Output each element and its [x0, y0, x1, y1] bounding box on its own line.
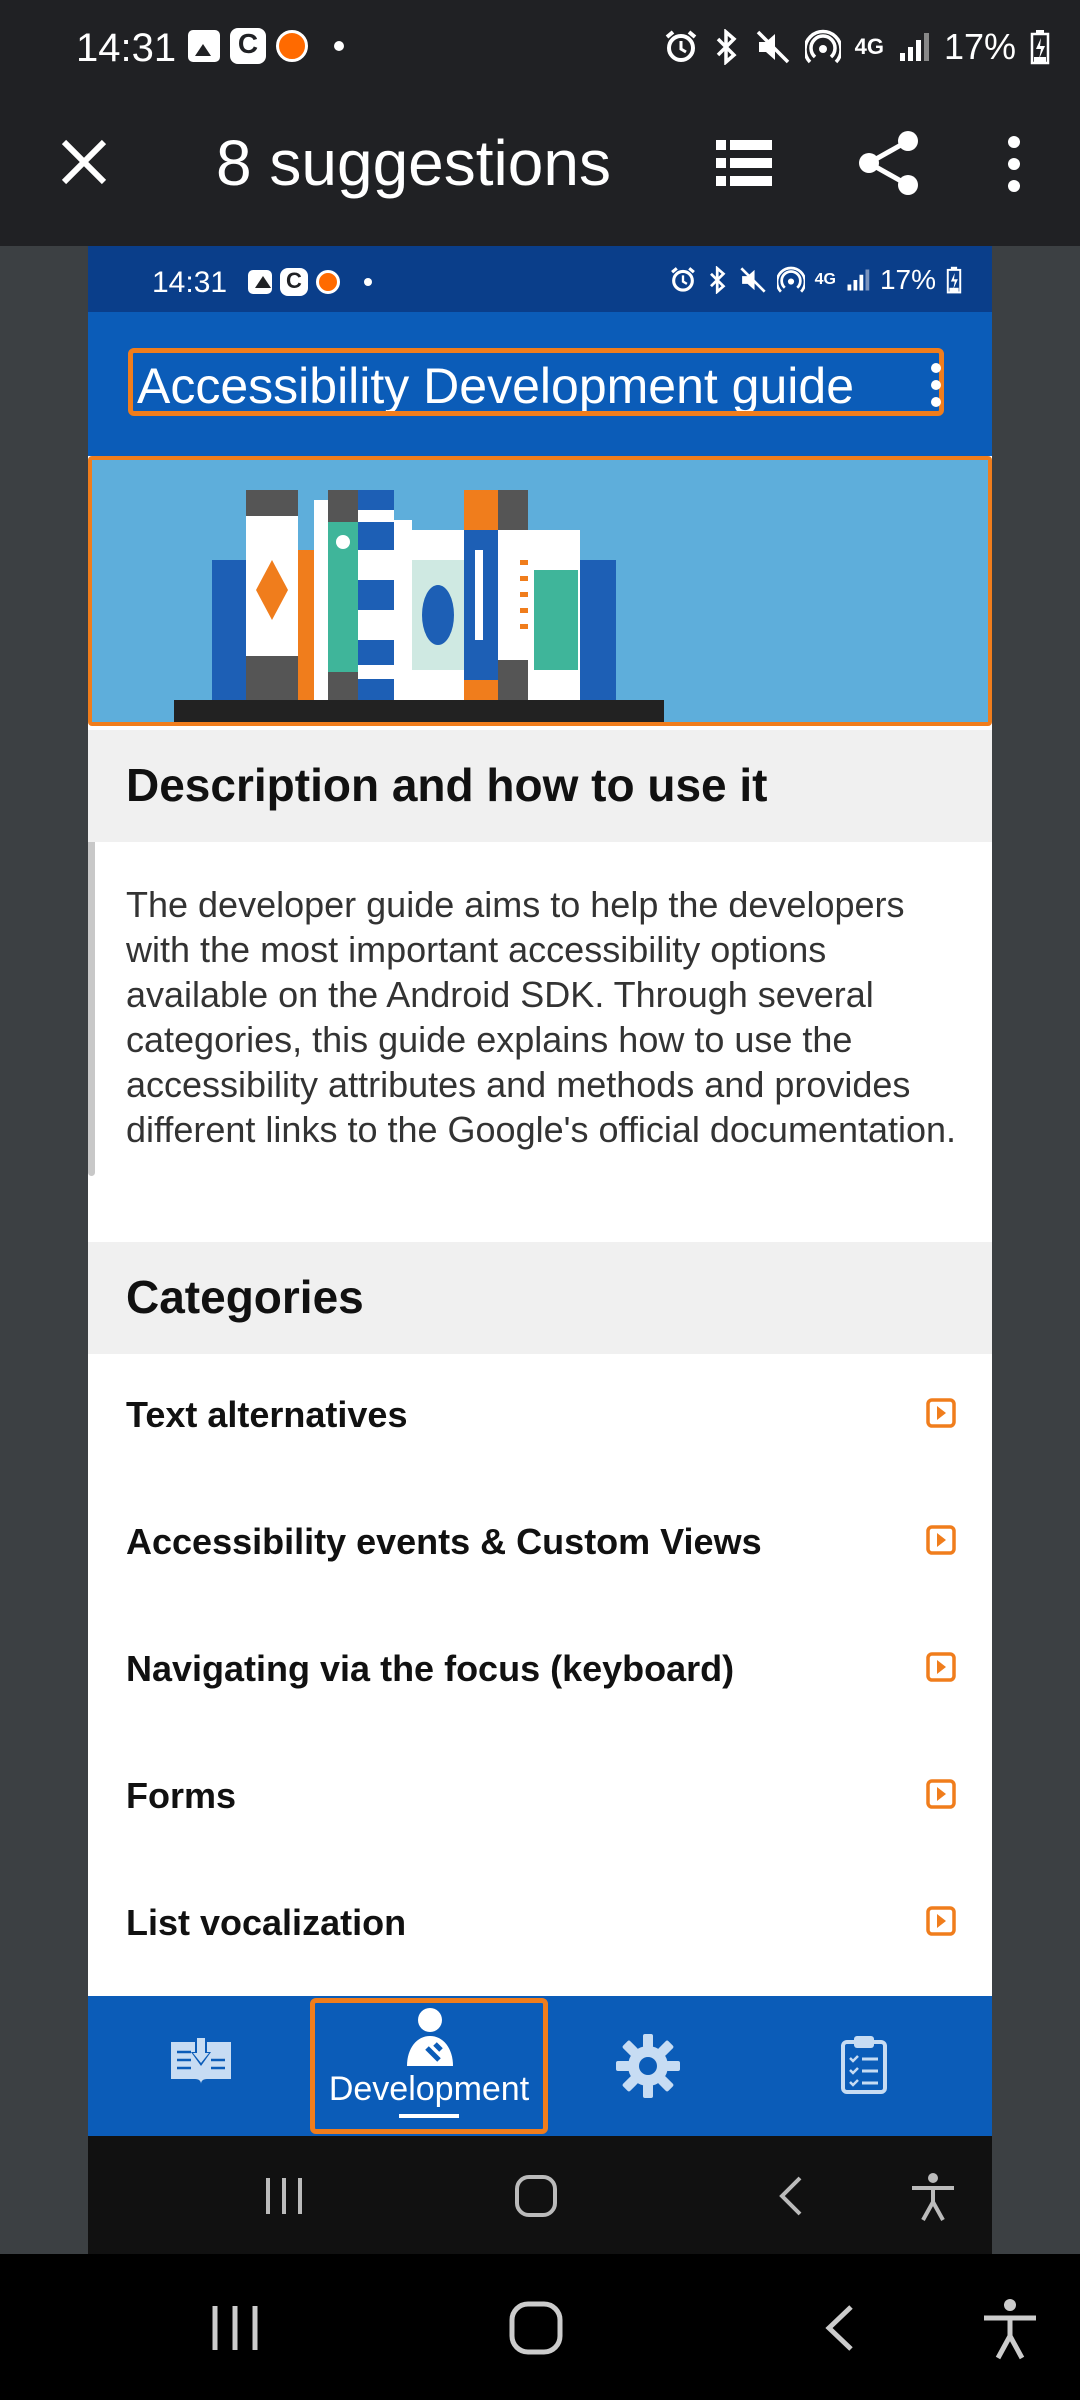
list-icon[interactable]	[716, 140, 772, 186]
books-illustration-icon	[174, 490, 664, 722]
network-type: 4G	[814, 271, 836, 288]
nav-item-settings[interactable]	[578, 1996, 718, 2136]
gallery-icon	[188, 30, 220, 62]
network-type: 4G	[854, 34, 884, 59]
back-icon	[779, 2176, 802, 2216]
bluetooth-icon	[709, 266, 726, 294]
c-app-icon: C	[230, 28, 266, 64]
c-app-icon: C	[280, 268, 308, 296]
status-time: 14:31	[76, 26, 177, 70]
battery-charging-icon	[946, 266, 962, 294]
hotspot-icon	[804, 29, 841, 64]
nav-item-checklist[interactable]	[798, 1996, 938, 2136]
chevron-right-icon	[926, 1652, 956, 1682]
category-label: Navigating via the focus (keyboard)	[126, 1648, 735, 1689]
alarm-icon	[665, 30, 696, 62]
home-icon[interactable]	[508, 2300, 564, 2356]
categories-heading: Categories	[126, 1271, 364, 1323]
books-banner-image[interactable]	[88, 456, 992, 726]
chevron-right-icon	[926, 1906, 956, 1936]
chevron-right-icon	[926, 1779, 956, 1809]
description-text: The developer guide aims to help the dev…	[126, 884, 957, 1150]
status-right-icons: 4G 17%	[663, 26, 1050, 68]
nav-item-guide[interactable]	[148, 1996, 288, 2136]
more-vert-icon[interactable]	[926, 362, 946, 408]
battery-percent: 17%	[879, 264, 936, 295]
category-label: Accessibility events & Custom Views	[126, 1521, 762, 1562]
category-item-list-vocalization[interactable]: List vocalization	[88, 1862, 992, 1989]
bottom-navigation: Development	[88, 1996, 992, 2136]
mute-icon	[756, 30, 789, 64]
recent-apps-icon[interactable]	[210, 2304, 260, 2352]
suggestions-app-bar: 8 suggestions	[0, 96, 1080, 246]
scroll-indicator	[88, 786, 95, 1176]
more-vert-icon[interactable]	[1000, 134, 1028, 194]
hotspot-icon	[776, 266, 805, 293]
recent-apps-icon	[266, 2178, 302, 2214]
inner-status-bar: 14:31 C 4G 17%	[88, 246, 992, 312]
mute-icon	[739, 267, 766, 293]
description-header: Description and how to use it	[88, 730, 992, 842]
gallery-icon	[248, 270, 272, 294]
inner-system-navigation	[88, 2136, 992, 2254]
alarm-icon	[670, 267, 695, 292]
suggestions-title: 8 suggestions	[216, 127, 611, 199]
status-left-icons: C	[188, 28, 344, 64]
clipboard-icon	[841, 2036, 887, 2094]
accessibility-icon	[912, 2173, 954, 2221]
close-icon[interactable]	[58, 136, 110, 188]
inner-status-right-icons: 4G 17%	[669, 264, 962, 296]
guide-title: Accessibility Development guide	[137, 358, 855, 414]
accessibility-icon[interactable]	[982, 2298, 1038, 2360]
more-notifications-dot-icon	[364, 278, 372, 286]
signal-icon	[847, 269, 870, 291]
chevron-right-icon	[926, 1398, 956, 1428]
inner-status-time: 14:31	[152, 266, 228, 299]
description-heading: Description and how to use it	[126, 759, 768, 811]
inner-status-left-icons: C	[248, 268, 372, 296]
category-item-text-alternatives[interactable]: Text alternatives	[88, 1354, 992, 1481]
screenshot-preview: 14:31 C 4G 17% Accessibility Development…	[88, 246, 992, 2254]
development-suggestion-highlight	[310, 1998, 548, 2134]
signal-icon	[899, 33, 929, 61]
more-notifications-dot-icon	[334, 41, 344, 51]
category-label: Forms	[126, 1775, 237, 1816]
back-icon[interactable]	[824, 2304, 856, 2352]
book-download-icon	[171, 2036, 231, 2084]
gear-icon	[616, 2034, 680, 2098]
category-label: List vocalization	[126, 1902, 407, 1943]
title-suggestion-highlight[interactable]: Accessibility Development guide	[128, 348, 944, 416]
chevron-right-icon	[926, 1525, 956, 1555]
guide-app-bar: Accessibility Development guide	[88, 312, 992, 456]
battery-percent: 17%	[943, 26, 1016, 67]
home-icon	[515, 2175, 557, 2217]
category-item-forms[interactable]: Forms	[88, 1735, 992, 1862]
category-label: Text alternatives	[126, 1394, 408, 1435]
category-item-accessibility-events[interactable]: Accessibility events & Custom Views	[88, 1481, 992, 1608]
outer-status-bar: 14:31 C 4G 17%	[0, 0, 1080, 96]
battery-charging-icon	[1030, 30, 1050, 65]
bluetooth-icon	[716, 29, 737, 65]
notification-app-icon	[316, 270, 340, 294]
category-item-navigating-focus[interactable]: Navigating via the focus (keyboard)	[88, 1608, 992, 1735]
system-navigation-bar	[0, 2254, 1080, 2400]
categories-header: Categories	[88, 1242, 992, 1354]
notification-app-icon	[276, 30, 308, 62]
share-icon[interactable]	[858, 130, 920, 196]
